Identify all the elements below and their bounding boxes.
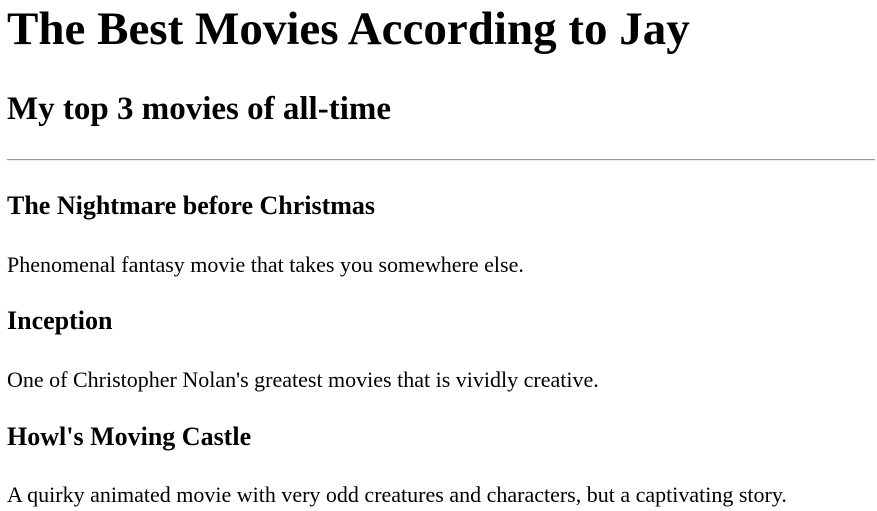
page-subtitle: My top 3 movies of all-time	[7, 91, 391, 127]
movie-description: Phenomenal fantasy movie that takes you …	[7, 252, 524, 277]
movie-description: One of Christopher Nolan's greatest movi…	[7, 367, 599, 392]
page-title: The Best Movies According to Jay	[7, 3, 690, 55]
movie-title: The Nightmare before Christmas	[7, 191, 376, 220]
movie-title: Inception	[7, 306, 113, 335]
movie-title: Howl's Moving Castle	[7, 422, 252, 451]
movie-description: A quirky animated movie with very odd cr…	[7, 482, 787, 507]
page: The Best Movies According to Jay My top …	[0, 0, 877, 511]
divider	[7, 159, 875, 161]
